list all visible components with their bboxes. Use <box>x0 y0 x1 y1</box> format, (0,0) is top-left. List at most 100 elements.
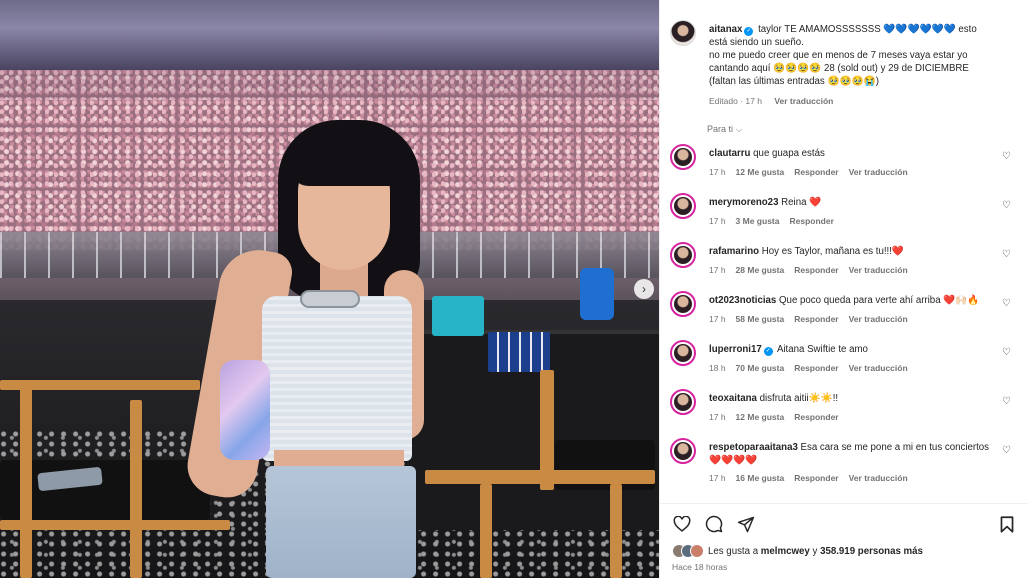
comment-text: Que poco queda para verte ahí arriba ❤️🙌… <box>779 295 980 306</box>
comment-time: 17 h <box>709 314 726 324</box>
comment-username[interactable]: rafamarino <box>709 246 759 257</box>
author-avatar[interactable] <box>670 20 696 46</box>
commenter-avatar[interactable] <box>670 144 696 170</box>
comment-meta: 17 h 3 Me gusta Responder <box>709 216 844 226</box>
reply-button[interactable]: Responder <box>794 265 838 275</box>
jeans <box>266 466 416 578</box>
comment: clautarru que guapa estás 17 h 12 Me gust… <box>670 142 1025 192</box>
comment-username[interactable]: ot2023noticias <box>709 295 776 306</box>
translate-link[interactable]: Ver traducción <box>849 473 908 483</box>
post-photo[interactable]: › <box>0 0 659 578</box>
heart-icon[interactable]: ♡ <box>1002 249 1011 260</box>
reply-button[interactable]: Responder <box>794 314 838 324</box>
top-logo <box>300 290 360 308</box>
comment-body: rafamarino Hoy es Taylor, mañana es tu!!… <box>709 245 999 258</box>
translate-link[interactable]: Ver traducción <box>849 167 908 177</box>
comment-likes[interactable]: 3 Me gusta <box>736 216 780 226</box>
comment-meta: 17 h 16 Me gusta Responder Ver traducción <box>709 473 918 483</box>
reply-button[interactable]: Responder <box>794 412 838 422</box>
comment-body: teoxaitana disfruta aitii☀️☀️!! <box>709 392 999 405</box>
heart-icon[interactable]: ♡ <box>1002 347 1011 358</box>
translate-link[interactable]: Ver traducción <box>774 96 833 106</box>
comment-username[interactable]: teoxaitana <box>709 393 757 404</box>
author-username[interactable]: aitanax <box>709 24 742 35</box>
comment-sort-dropdown[interactable]: Para ti ⌵ <box>707 124 742 135</box>
commenter-avatar[interactable] <box>670 438 696 464</box>
shoulder-bag <box>220 360 270 460</box>
comment-text: Aitana Swiftie te amo <box>776 344 868 355</box>
likes-summary[interactable]: Les gusta a melmcwey y 358.919 personas … <box>672 544 923 558</box>
comment-time: 17 h <box>709 412 726 422</box>
water-tank <box>580 268 614 320</box>
comment-text: que guapa estás <box>753 148 825 159</box>
heart-icon[interactable]: ♡ <box>1002 445 1011 456</box>
reply-button[interactable]: Responder <box>794 167 838 177</box>
chair-leg <box>540 370 554 490</box>
post-side-panel: aitanax ✓ taylor TE AMAMOSSSSSSS 💙💙💙💙💙💙 e… <box>659 0 1028 578</box>
heart-icon[interactable]: ♡ <box>1002 396 1011 407</box>
liker-username[interactable]: melmcwey <box>761 546 810 557</box>
translate-link[interactable]: Ver traducción <box>849 265 908 275</box>
comment-body: merymoreno23 Reina ❤️ <box>709 196 999 209</box>
comment-likes[interactable]: 28 Me gusta <box>736 265 785 275</box>
comment: rafamarino Hoy es Taylor, mañana es tu!!… <box>670 240 1025 290</box>
chair-frame <box>0 520 230 530</box>
comment-username[interactable]: luperroni17 <box>709 344 762 355</box>
comment: respetoparaaitana3 Esa cara se me pone a… <box>670 436 1025 498</box>
chair-leg <box>480 484 492 578</box>
chair-leg <box>20 380 32 578</box>
likes-prefix: Les gusta a <box>708 545 759 557</box>
chair-leg <box>130 400 142 578</box>
comment-time: 17 h <box>709 167 726 177</box>
comment-likes[interactable]: 58 Me gusta <box>736 314 785 324</box>
comment-likes[interactable]: 12 Me gusta <box>736 412 785 422</box>
verified-icon: ✓ <box>744 27 754 36</box>
heart-icon[interactable]: ♡ <box>1002 200 1011 211</box>
caption-line: no me puedo creer que en menos de 7 mese… <box>709 50 968 61</box>
like-heart-icon[interactable] <box>672 514 692 534</box>
heart-icon[interactable]: ♡ <box>1002 298 1011 309</box>
bangs <box>290 136 402 186</box>
comment-username[interactable]: clautarru <box>709 148 750 159</box>
commenter-avatar[interactable] <box>670 193 696 219</box>
reply-button[interactable]: Responder <box>794 363 838 373</box>
commenter-avatar[interactable] <box>670 242 696 268</box>
comment: luperroni17 ✓ Aitana Swiftie te amo 18 h 7… <box>670 338 1025 388</box>
comment-icon[interactable] <box>704 514 724 534</box>
post-actions: Les gusta a melmcwey y 358.919 personas … <box>660 503 1028 578</box>
comment: teoxaitana disfruta aitii☀️☀️!! 17 h 12 M… <box>670 387 1025 437</box>
comment-username[interactable]: respetoparaaitana3 <box>709 442 798 453</box>
comment-meta: 17 h 12 Me gusta Responder <box>709 412 849 422</box>
comment-text: Reina ❤️ <box>781 197 822 208</box>
translate-link[interactable]: Ver traducción <box>849 363 908 373</box>
commenter-avatar[interactable] <box>670 389 696 415</box>
caption-line: taylor TE AMAMOSSSSSSS 💙💙💙💙💙💙 esto <box>758 24 977 35</box>
share-icon[interactable] <box>736 514 756 534</box>
commenter-avatar[interactable] <box>670 291 696 317</box>
comment-meta: 17 h 12 Me gusta Responder Ver traducción <box>709 167 918 177</box>
comment-meta: 18 h 70 Me gusta Responder Ver traducción <box>709 363 918 373</box>
comment-likes[interactable]: 12 Me gusta <box>736 167 785 177</box>
commenter-avatar[interactable] <box>670 340 696 366</box>
caption-line: está siendo un sueño. <box>709 37 804 48</box>
water-bottles <box>488 332 550 372</box>
comment: merymoreno23 Reina ❤️ 17 h 3 Me gusta Resp… <box>670 191 1025 241</box>
comment-likes[interactable]: 70 Me gusta <box>736 363 785 373</box>
caption-line: cantando aquí 🥹🥹🥹🥹 28 (sold out) y 29 de… <box>709 63 969 74</box>
person <box>182 120 460 578</box>
comment-username[interactable]: merymoreno23 <box>709 197 778 208</box>
comment-likes[interactable]: 16 Me gusta <box>736 473 785 483</box>
edited-label: Editado · 17 h <box>709 96 762 106</box>
heart-icon[interactable]: ♡ <box>1002 151 1011 162</box>
translate-link[interactable]: Ver traducción <box>849 314 908 324</box>
likes-count[interactable]: 358.919 personas más <box>820 546 923 557</box>
bookmark-icon[interactable] <box>997 514 1017 534</box>
comment-time: 17 h <box>709 216 726 226</box>
comment-meta: 17 h 58 Me gusta Responder Ver traducción <box>709 314 918 324</box>
carousel-next-button[interactable]: › <box>634 279 654 299</box>
chair-leg <box>610 484 622 578</box>
comments-list[interactable]: clautarru que guapa estás 17 h 12 Me gust… <box>660 140 1028 503</box>
reply-button[interactable]: Responder <box>789 216 833 226</box>
chevron-down-icon: ⌵ <box>736 125 743 134</box>
reply-button[interactable]: Responder <box>794 473 838 483</box>
